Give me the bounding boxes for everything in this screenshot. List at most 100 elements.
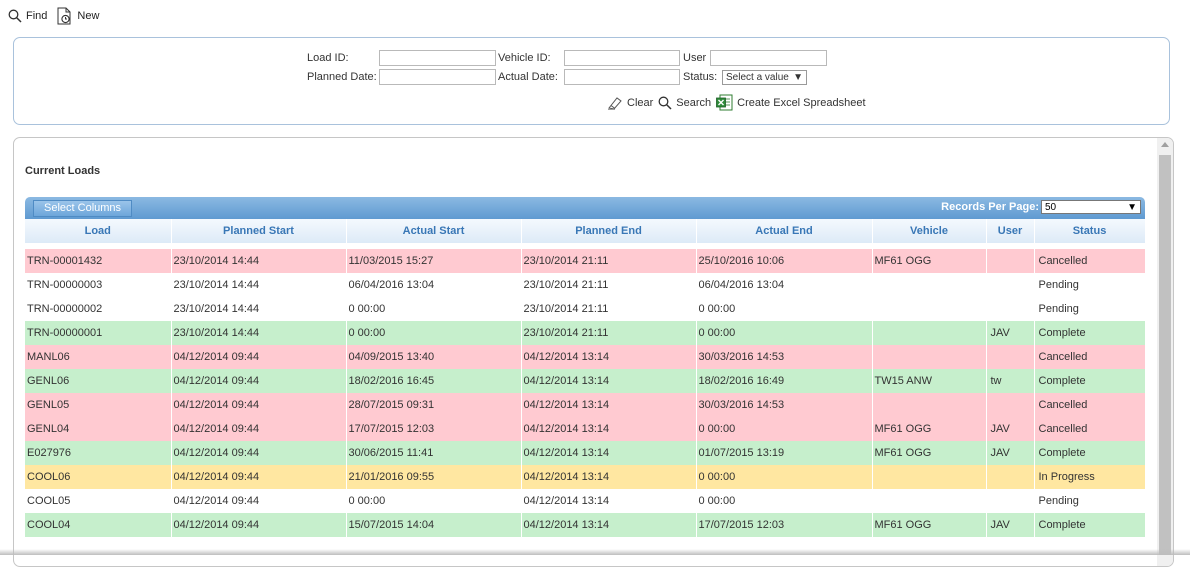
table-row[interactable]: GENL06 04/12/2014 09:44 18/02/2016 16:45 04…	[25, 369, 1146, 393]
table-row[interactable]: TRN-00000003 23/10/2014 14:44 06/04/2016 1…	[25, 273, 1146, 297]
actual-date-input[interactable]	[564, 69, 680, 85]
find-button[interactable]: Find	[8, 9, 47, 23]
excel-icon	[716, 94, 733, 111]
cell-actual-end: 0 00:00	[696, 489, 873, 513]
column-header-planned-start[interactable]: Planned Start	[171, 219, 347, 243]
actual-date-label: Actual Date:	[498, 71, 558, 83]
cell-status: Complete	[1034, 369, 1146, 393]
column-header-vehicle[interactable]: Vehicle	[872, 219, 987, 243]
magnifier-icon	[8, 9, 22, 23]
records-per-page-value: 50	[1045, 201, 1057, 213]
cell-vehicle: TW15 ANW	[872, 369, 987, 393]
cell-actual-end: 0 00:00	[696, 417, 873, 441]
cell-actual-end: 06/04/2016 13:04	[696, 273, 873, 297]
cell-load: COOL05	[25, 489, 172, 513]
cell-user	[986, 297, 1035, 321]
status-select-value: Select a value	[726, 71, 789, 83]
clear-label: Clear	[627, 96, 654, 109]
new-button[interactable]: New	[57, 7, 99, 25]
scroll-thumb[interactable]	[1159, 155, 1171, 555]
search-button[interactable]: Search	[658, 96, 711, 110]
column-header-actual-end[interactable]: Actual End	[696, 219, 873, 243]
cell-actual-start: 21/01/2016 09:55	[346, 465, 522, 489]
records-per-page-select[interactable]: 50 ▼	[1041, 200, 1141, 214]
cell-actual-start: 17/07/2015 12:03	[346, 417, 522, 441]
table-row[interactable]: MANL06 04/12/2014 09:44 04/09/2015 13:40 04…	[25, 345, 1146, 369]
magnifier-icon	[658, 96, 672, 110]
cell-load: GENL04	[25, 417, 172, 441]
planned-date-input[interactable]	[379, 69, 496, 85]
search-label: Search	[676, 96, 712, 109]
cell-status: Cancelled	[1034, 417, 1146, 441]
cell-planned-end: 23/10/2014 21:11	[521, 321, 697, 345]
cell-actual-start: 0 00:00	[346, 297, 522, 321]
scroll-up-arrow-icon[interactable]	[1161, 142, 1169, 147]
status-select[interactable]: Select a value ▼	[722, 69, 807, 85]
vertical-scrollbar[interactable]	[1157, 138, 1173, 566]
user-id-label: User Id:	[683, 52, 722, 64]
table-row[interactable]: GENL04 04/12/2014 09:44 17/07/2015 12:03 04…	[25, 417, 1146, 441]
table-row[interactable]: GENL05 04/12/2014 09:44 28/07/2015 09:31 04…	[25, 393, 1146, 417]
cell-planned-start: 04/12/2014 09:44	[171, 345, 347, 369]
column-header-status[interactable]: Status	[1034, 219, 1146, 243]
cell-status: Complete	[1034, 321, 1146, 345]
cell-status: Pending	[1034, 273, 1146, 297]
table-row[interactable]: COOL06 04/12/2014 09:44 21/01/2016 09:55 04…	[25, 465, 1146, 489]
cell-planned-start: 23/10/2014 14:44	[171, 273, 347, 297]
vehicle-id-input[interactable]	[564, 50, 680, 66]
cell-planned-end: 23/10/2014 21:11	[521, 297, 697, 321]
cell-planned-start: 23/10/2014 14:44	[171, 297, 347, 321]
column-header-planned-end[interactable]: Planned End	[521, 219, 697, 243]
cell-load: GENL06	[25, 369, 172, 393]
excel-label: Create Excel Spreadsheet	[737, 96, 866, 109]
cell-vehicle: MF61 OGG	[872, 249, 987, 273]
clear-button[interactable]: Clear	[607, 96, 653, 110]
cell-user	[986, 249, 1035, 273]
panel-title: Current Loads	[25, 165, 101, 177]
table-row[interactable]: TRN-00000001 23/10/2014 14:44 0 00:00 23/10…	[25, 321, 1146, 345]
cell-planned-end: 23/10/2014 21:11	[521, 273, 697, 297]
cell-status: Pending	[1034, 297, 1146, 321]
table-row[interactable]: COOL05 04/12/2014 09:44 0 00:00 04/12/2014 …	[25, 489, 1146, 513]
cell-actual-end: 0 00:00	[696, 321, 873, 345]
column-header-actual-start[interactable]: Actual Start	[346, 219, 522, 243]
cell-actual-end: 17/07/2015 12:03	[696, 513, 873, 537]
cell-load: MANL06	[25, 345, 172, 369]
filter-actions: Clear Search Create Excel Spreadsheet	[607, 94, 866, 111]
cell-load: TRN-00000001	[25, 321, 172, 345]
cell-planned-start: 04/12/2014 09:44	[171, 441, 347, 465]
cell-actual-start: 04/09/2015 13:40	[346, 345, 522, 369]
dropdown-arrow-icon: ▼	[1127, 201, 1137, 213]
select-columns-button[interactable]: Select Columns	[33, 200, 133, 217]
create-excel-button[interactable]: Create Excel Spreadsheet	[716, 94, 866, 111]
load-id-input[interactable]	[379, 50, 496, 66]
cell-user: JAV	[986, 321, 1035, 345]
cell-planned-start: 23/10/2014 14:44	[171, 249, 347, 273]
cell-load: TRN-00001432	[25, 249, 172, 273]
user-id-input[interactable]	[710, 50, 827, 66]
cell-actual-end: 0 00:00	[696, 465, 873, 489]
cell-actual-start: 0 00:00	[346, 321, 522, 345]
filter-panel: Load ID: Vehicle ID: User Id: Planned Da…	[13, 37, 1170, 125]
cell-planned-start: 04/12/2014 09:44	[171, 369, 347, 393]
cell-load: TRN-00000002	[25, 297, 172, 321]
table-header-row: Load Planned Start Actual Start Planned …	[25, 219, 1146, 243]
planned-date-label: Planned Date:	[307, 71, 377, 83]
new-label: New	[77, 10, 100, 22]
cell-status: In Progress	[1034, 465, 1146, 489]
cell-user: JAV	[986, 441, 1035, 465]
cell-vehicle	[872, 297, 987, 321]
cell-planned-start: 23/10/2014 14:44	[171, 321, 347, 345]
column-header-user[interactable]: User	[986, 219, 1035, 243]
table-row[interactable]: TRN-00001432 23/10/2014 14:44 11/03/2015 1…	[25, 249, 1146, 273]
cell-user: tw	[986, 369, 1035, 393]
table-row[interactable]: COOL04 04/12/2014 09:44 15/07/2015 14:04 04…	[25, 513, 1146, 537]
column-header-load[interactable]: Load	[25, 219, 172, 243]
cell-planned-end: 04/12/2014 13:14	[521, 417, 697, 441]
table-row[interactable]: TRN-00000002 23/10/2014 14:44 0 00:00 23/10…	[25, 297, 1146, 321]
table-row[interactable]: E027976 04/12/2014 09:44 30/06/2015 11:41 0…	[25, 441, 1146, 465]
cell-vehicle: MF61 OGG	[872, 441, 987, 465]
cell-status: Complete	[1034, 441, 1146, 465]
cell-actual-start: 11/03/2015 15:27	[346, 249, 522, 273]
cell-planned-start: 04/12/2014 09:44	[171, 513, 347, 537]
